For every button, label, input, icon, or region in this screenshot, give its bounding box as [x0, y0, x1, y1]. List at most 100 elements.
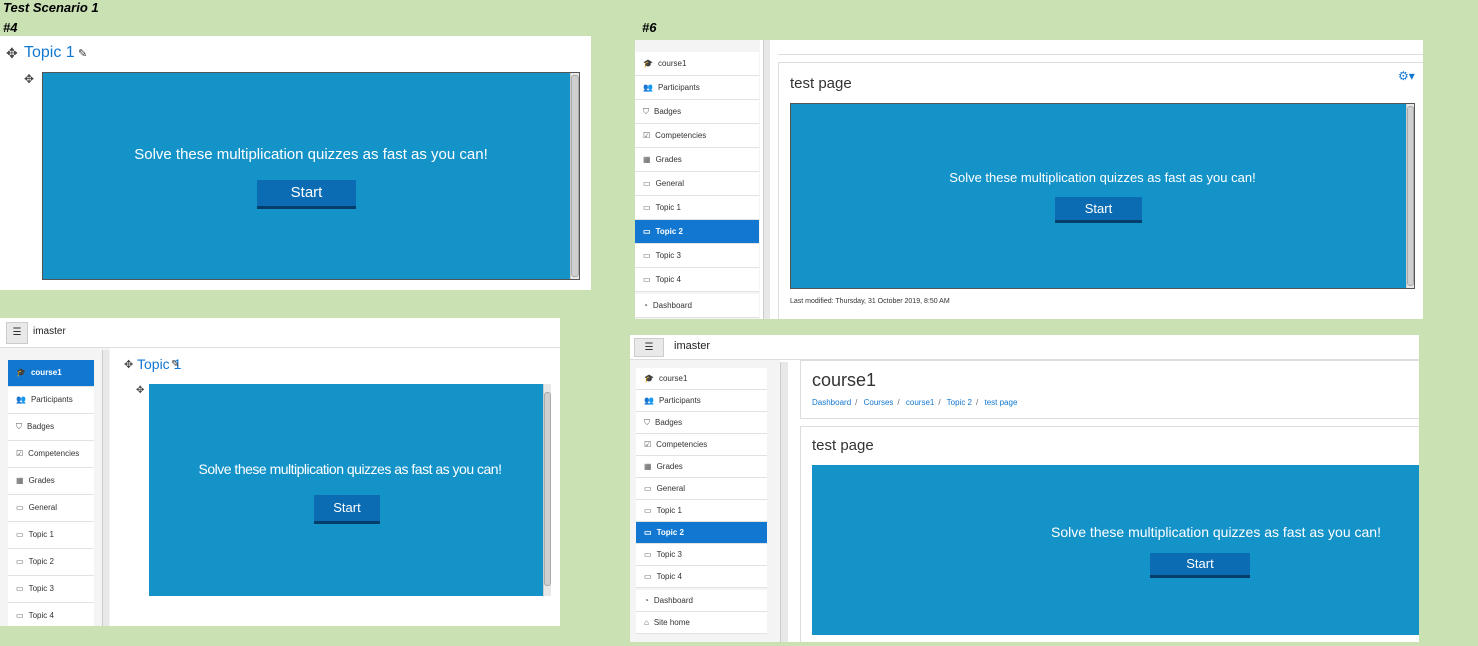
- sidebar-item-topic4[interactable]: ▭ Topic 4: [636, 566, 767, 588]
- sidebar-scrollbar[interactable]: [763, 40, 770, 319]
- sidebar-nav: 🎓 course1 👥 Participants ⛉ Badges ☑ Competen…: [630, 360, 788, 642]
- sidebar-item-competencies[interactable]: ☑ Competencies: [636, 434, 767, 456]
- folder-icon: ▭: [16, 584, 24, 593]
- page-title: test page: [812, 437, 874, 454]
- quiz-message: Solve these multiplication quizzes as fa…: [1051, 524, 1381, 540]
- sidebar-item-topic2[interactable]: ▭ Topic 2: [8, 549, 94, 576]
- breadcrumb-item[interactable]: Courses: [864, 398, 894, 407]
- panel-narrow-view: ☰ imaster 🎓 course1 👥 Participants ⛉ Badges…: [0, 318, 560, 626]
- sidebar-item-topic2[interactable]: ▭ Topic 2: [635, 220, 759, 244]
- quiz-frame: Solve these multiplication quizzes as fa…: [812, 465, 1419, 635]
- shield-icon: ⛉: [16, 422, 22, 431]
- sidebar-item-course1[interactable]: 🎓 course1: [8, 360, 94, 387]
- quiz-frame: Solve these multiplication quizzes as fa…: [149, 384, 551, 596]
- top-navbar: ☰ imaster: [0, 318, 560, 348]
- shield-icon: ⛉: [644, 418, 650, 427]
- scrollbar[interactable]: [1406, 104, 1414, 288]
- sidebar-item-general[interactable]: ▭ General: [636, 478, 767, 500]
- move-icon[interactable]: ✥: [136, 385, 144, 396]
- quiz-message: Solve these multiplication quizzes as fa…: [134, 146, 488, 163]
- dashboard-icon: ◔: [643, 301, 648, 310]
- sidebar-item-topic3[interactable]: ▭ Topic 3: [636, 544, 767, 566]
- sidebar-item-dashboard[interactable]: ◔ Dashboard: [636, 590, 767, 612]
- folder-icon: ▭: [16, 611, 24, 620]
- table-icon: ▦: [644, 462, 652, 471]
- menu-toggle-button[interactable]: ☰: [6, 322, 28, 344]
- sidebar-scrollbar[interactable]: [780, 362, 788, 642]
- sidebar-item-topic1[interactable]: ▭ Topic 1: [636, 500, 767, 522]
- scenario-title: Test Scenario 1: [3, 0, 99, 15]
- sidebar-item-topic3[interactable]: ▭ Topic 3: [635, 244, 759, 268]
- topic-heading[interactable]: Topic 1: [24, 44, 75, 62]
- sidebar-item-competencies[interactable]: ☑ Competencies: [635, 124, 759, 148]
- folder-icon: ▭: [644, 506, 652, 515]
- sidebar-scrollbar[interactable]: [102, 350, 109, 626]
- breadcrumb: Dashboard / Courses / course1/ Topic 2/ te…: [812, 398, 1018, 407]
- sidebar-item-grades[interactable]: ▦ Grades: [635, 148, 759, 172]
- folder-icon: ▭: [643, 203, 651, 212]
- breadcrumb-item[interactable]: Topic 2: [947, 398, 972, 407]
- course-title: course1: [812, 370, 877, 390]
- scrollbar[interactable]: [570, 73, 579, 279]
- folder-icon: ▭: [643, 251, 651, 260]
- panel-course-view: ☰ imaster 🎓 course1 👥 Participants ⛉ Badges…: [630, 335, 1419, 642]
- breadcrumb-item[interactable]: test page: [984, 398, 1017, 407]
- content-card: test page Solve these multiplication qui…: [800, 426, 1419, 642]
- sidebar-item-topic2[interactable]: ▭ Topic 2: [636, 522, 767, 544]
- username[interactable]: imaster: [33, 326, 66, 337]
- graduation-cap-icon: 🎓: [643, 59, 653, 68]
- folder-icon: ▭: [643, 227, 651, 236]
- checkbox-icon: ☑: [643, 131, 651, 140]
- folder-icon: ▭: [644, 550, 652, 559]
- move-icon[interactable]: ✥: [6, 45, 18, 62]
- sidebar-item-course1[interactable]: 🎓 course1: [636, 368, 767, 390]
- sidebar-item-topic3[interactable]: ▭ Topic 3: [8, 576, 94, 603]
- menu-toggle-button[interactable]: ☰: [634, 338, 664, 357]
- sidebar-item-topic4[interactable]: ▭ Topic 4: [8, 603, 94, 626]
- quiz-frame: Solve these multiplication quizzes as fa…: [42, 72, 580, 280]
- start-button[interactable]: Start: [1150, 553, 1250, 578]
- table-icon: ▦: [643, 155, 651, 164]
- sidebar-item-general[interactable]: ▭ General: [635, 172, 759, 196]
- gear-icon[interactable]: ⚙▾: [1398, 69, 1415, 83]
- screenshot-label-4: #4: [3, 20, 18, 35]
- panel-test-page: 🎓 course1 👥 Participants ⛉ Badges ☑ Competen…: [635, 40, 1423, 319]
- username[interactable]: imaster: [674, 340, 710, 352]
- folder-icon: ▭: [16, 530, 24, 539]
- breadcrumb-item[interactable]: Dashboard: [812, 398, 851, 407]
- breadcrumb-item[interactable]: course1: [906, 398, 934, 407]
- sidebar-item-dashboard[interactable]: ◔ Dashboard: [635, 294, 759, 318]
- sidebar-item-topic4[interactable]: ▭ Topic 4: [635, 268, 759, 292]
- sidebar-item-participants[interactable]: 👥 Participants: [635, 76, 759, 100]
- shield-icon: ⛉: [643, 107, 649, 116]
- folder-icon: ▭: [16, 557, 24, 566]
- sidebar-item-site-home[interactable]: ⌂ Site home: [636, 612, 767, 634]
- checkbox-icon: ☑: [644, 440, 652, 449]
- start-button[interactable]: Start: [257, 180, 356, 209]
- sidebar-item-grades[interactable]: ▦ Grades: [8, 468, 94, 495]
- content-top-strip: [778, 40, 1423, 55]
- edit-pencil-icon[interactable]: ✎: [78, 47, 87, 60]
- start-button[interactable]: Start: [314, 495, 380, 524]
- page-title: test page: [790, 75, 852, 92]
- edit-pencil-icon[interactable]: ✎: [171, 359, 179, 370]
- move-icon[interactable]: ✥: [24, 72, 34, 86]
- start-button[interactable]: Start: [1055, 197, 1142, 223]
- content-card: test page ⚙▾ Solve these multiplication …: [778, 62, 1423, 319]
- sidebar-item-participants[interactable]: 👥 Participants: [8, 387, 94, 414]
- sidebar-item-grades[interactable]: ▦ Grades: [636, 456, 767, 478]
- dashboard-icon: ◔: [644, 596, 649, 605]
- move-icon[interactable]: ✥: [124, 358, 133, 371]
- sidebar-item-course1[interactable]: 🎓 course1: [635, 52, 759, 76]
- sidebar-item-topic1[interactable]: ▭ Topic 1: [8, 522, 94, 549]
- screenshot-label-6: #6: [642, 20, 657, 35]
- scrollbar[interactable]: [543, 384, 551, 596]
- sidebar-item-participants[interactable]: 👥 Participants: [636, 390, 767, 412]
- sidebar-item-competencies[interactable]: ☑ Competencies: [8, 441, 94, 468]
- sidebar-item-badges[interactable]: ⛉ Badges: [636, 412, 767, 434]
- folder-icon: ▭: [16, 503, 24, 512]
- sidebar-item-general[interactable]: ▭ General: [8, 495, 94, 522]
- sidebar-item-badges[interactable]: ⛉ Badges: [635, 100, 759, 124]
- sidebar-item-topic1[interactable]: ▭ Topic 1: [635, 196, 759, 220]
- sidebar-item-badges[interactable]: ⛉ Badges: [8, 414, 94, 441]
